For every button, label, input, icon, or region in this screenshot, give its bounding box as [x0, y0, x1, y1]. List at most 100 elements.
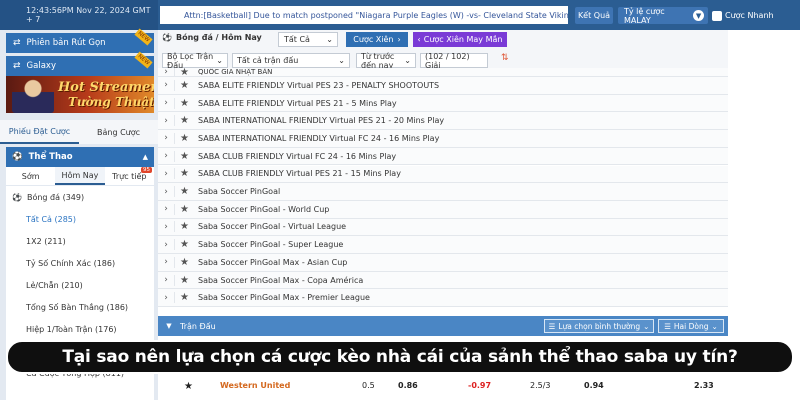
tab-my-bets[interactable]: Bảng Cược: [79, 120, 158, 144]
chevron-right-icon[interactable]: ›: [158, 116, 174, 126]
star-icon[interactable]: ★: [184, 381, 193, 392]
league-name: SABA INTERNATIONAL FRIENDLY Virtual PES …: [198, 116, 445, 126]
sort-select[interactable]: ☰ Lựa chọn bình thường ⌄: [544, 319, 654, 333]
hot-streamer-banner[interactable]: Hot Streamer Tường Thuật: [6, 76, 154, 113]
sport-breadcrumb-label: Bóng đá / Hôm Nay: [175, 33, 262, 42]
star-icon[interactable]: ★: [174, 221, 194, 233]
market-select-value: Tất Cả: [284, 35, 310, 44]
tab-betslip[interactable]: Phiếu Đặt Cược: [0, 120, 79, 144]
chevron-right-icon[interactable]: ›: [158, 240, 174, 250]
menu-item-label: Bóng đá (349): [26, 192, 85, 202]
star-icon[interactable]: ★: [174, 186, 194, 198]
tab-early[interactable]: Sớm: [6, 167, 55, 185]
main-toolbar: ⚽ Bóng đá / Hôm Nay Tất Cả ⌄ Cược Xiên ›…: [158, 30, 800, 50]
quick-bet-toggle[interactable]: Cược Nhanh: [712, 7, 774, 24]
list-icon: ☰: [664, 321, 671, 331]
chevron-down-icon[interactable]: ▼: [158, 322, 180, 330]
star-icon[interactable]: ★: [174, 203, 194, 215]
league-row[interactable]: › ★ SABA ELITE FRIENDLY Virtual PES 23 - P…: [158, 77, 728, 95]
live-count-badge: 95: [140, 167, 152, 173]
chevron-right-icon[interactable]: ›: [158, 151, 174, 161]
star-icon[interactable]: ★: [174, 274, 194, 286]
lucky-parlay-button[interactable]: ‹ Cược Xiên May Mắn: [413, 32, 507, 47]
star-icon[interactable]: ★: [174, 79, 194, 91]
line-mode-select[interactable]: ☰ Hai Dòng ⌄: [658, 319, 724, 333]
chevron-right-icon[interactable]: ›: [158, 80, 174, 90]
league-row[interactable]: › ★ Saba Soccer PinGoal - Virtual League: [158, 218, 728, 237]
quick-bet-checkbox[interactable]: [712, 10, 722, 21]
star-icon[interactable]: ★: [174, 132, 194, 144]
menu-item-total-goals[interactable]: Tổng Số Bàn Thắng (186): [6, 296, 154, 318]
odds-cell[interactable]: -0.97: [468, 381, 491, 390]
league-row[interactable]: › ★ Saba Soccer PinGoal Max - Premier Leag…: [158, 289, 728, 308]
league-row[interactable]: › ★ SABA ELITE FRIENDLY Virtual PES 21 - 5…: [158, 94, 728, 113]
menu-item-soccer[interactable]: ⚽ Bóng đá (349): [6, 186, 154, 208]
match-row: ★ Western United 0.5 0.86 -0.97 2.5/3 0.…: [158, 375, 728, 400]
menu-item-odd-even[interactable]: Lẻ/Chẵn (210): [6, 274, 154, 296]
team-name[interactable]: Western United: [220, 381, 290, 390]
league-row[interactable]: › ★ SABA CLUB FRIENDLY Virtual PES 21 - 15…: [158, 165, 728, 184]
chevron-down-icon: ⌄: [643, 321, 650, 331]
league-row[interactable]: › ★ Saba Soccer PinGoal Max - Asian Cup: [158, 254, 728, 272]
line-mode-label: Hai Dòng: [673, 321, 709, 331]
league-count-button[interactable]: (102 / 102) Giải: [420, 52, 488, 70]
odds-type-select[interactable]: Tỷ lệ cược MALAY ▼: [618, 7, 708, 25]
chevron-down-icon: ⌄: [404, 56, 411, 65]
chevron-right-icon[interactable]: ›: [158, 187, 174, 197]
chevron-left-icon: ‹: [417, 35, 421, 44]
chevron-right-icon[interactable]: ›: [158, 204, 174, 214]
tab-today[interactable]: Hôm Nay: [55, 167, 105, 185]
menu-item-all[interactable]: Tất Cả (285): [6, 208, 154, 230]
league-row[interactable]: › ★ QUỐC GIA NHẬT BẢN: [158, 68, 728, 77]
matches-header: ▼ Trận Đấu ☰ Lựa chọn bình thường ⌄ ☰ Ha…: [158, 316, 728, 336]
odds-cell[interactable]: 0.94: [584, 381, 604, 390]
menu-item-1x2[interactable]: 1X2 (211): [6, 230, 154, 252]
odds-cell[interactable]: 2.33: [694, 381, 714, 390]
parlay-button[interactable]: Cược Xiên ›: [346, 32, 408, 47]
chevron-down-icon: ⌄: [216, 56, 223, 65]
chevron-right-icon[interactable]: ›: [158, 222, 174, 232]
star-icon[interactable]: ★: [174, 292, 194, 304]
time-range-select[interactable]: Từ trước đến nay ⌄: [356, 52, 416, 70]
league-row[interactable]: › ★ Saba Soccer PinGoal Max - Copa América: [158, 271, 728, 290]
league-name: Saba Soccer PinGoal - World Cup: [198, 204, 330, 214]
league-row[interactable]: › ★ SABA INTERNATIONAL FRIENDLY Virtual PE…: [158, 112, 728, 131]
league-row[interactable]: › ★ Saba Soccer PinGoal: [158, 183, 728, 201]
tab-live[interactable]: Trực tiếp 95: [105, 167, 154, 185]
chevron-right-icon[interactable]: ›: [158, 98, 174, 108]
league-row[interactable]: › ★ Saba Soccer PinGoal - Super League: [158, 236, 728, 254]
chevron-right-icon[interactable]: ›: [158, 275, 174, 285]
lite-version-button[interactable]: ⇄ Phiên bản Rút Gọn NEW: [6, 28, 154, 53]
chevron-right-icon[interactable]: ›: [158, 169, 174, 179]
league-row[interactable]: › ★ SABA CLUB FRIENDLY Virtual FC 24 - 16 …: [158, 147, 728, 166]
sports-title: Thể Thao: [28, 152, 73, 162]
galaxy-button[interactable]: ⇄ Galaxy NEW: [6, 51, 154, 76]
star-icon[interactable]: ★: [174, 68, 194, 76]
league-name: Saba Soccer PinGoal Max - Asian Cup: [198, 257, 348, 267]
star-icon[interactable]: ★: [174, 168, 194, 180]
league-row[interactable]: › ★ Saba Soccer PinGoal - World Cup: [158, 200, 728, 219]
match-filter-select[interactable]: Bộ Lọc Trận Đấu ⌄: [162, 52, 228, 70]
menu-item-half-full[interactable]: Hiệp 1/Toàn Trận (176): [6, 318, 154, 340]
chevron-right-icon[interactable]: ›: [158, 293, 174, 303]
star-icon[interactable]: ★: [174, 256, 194, 268]
match-scope-select[interactable]: Tất cả trận đấu ⌄: [232, 53, 350, 68]
league-name: SABA CLUB FRIENDLY Virtual PES 21 - 15 M…: [198, 169, 401, 179]
star-icon[interactable]: ★: [174, 239, 194, 251]
result-button[interactable]: Kết Quả: [575, 7, 613, 24]
odds-cell[interactable]: 0.86: [398, 381, 418, 390]
star-icon[interactable]: ★: [174, 97, 194, 109]
star-icon[interactable]: ★: [174, 150, 194, 162]
chevron-right-icon[interactable]: ›: [158, 133, 174, 143]
star-icon[interactable]: ★: [174, 115, 194, 127]
market-select[interactable]: Tất Cả ⌄: [278, 32, 338, 47]
league-row[interactable]: › ★ SABA INTERNATIONAL FRIENDLY Virtual FC…: [158, 130, 728, 148]
galaxy-label: Galaxy: [26, 61, 56, 71]
lucky-parlay-label: Cược Xiên May Mắn: [423, 35, 503, 44]
sort-icon[interactable]: ⇅: [501, 53, 509, 63]
announcement-marquee[interactable]: Attn:[Basketball] Due to match postponed…: [160, 6, 568, 24]
chevron-right-icon[interactable]: ›: [158, 257, 174, 267]
sports-header[interactable]: ⚽ Thể Thao ▲: [6, 147, 154, 167]
chevron-right-icon[interactable]: ›: [158, 68, 174, 76]
menu-item-correct-score[interactable]: Tỷ Số Chính Xác (186): [6, 252, 154, 274]
